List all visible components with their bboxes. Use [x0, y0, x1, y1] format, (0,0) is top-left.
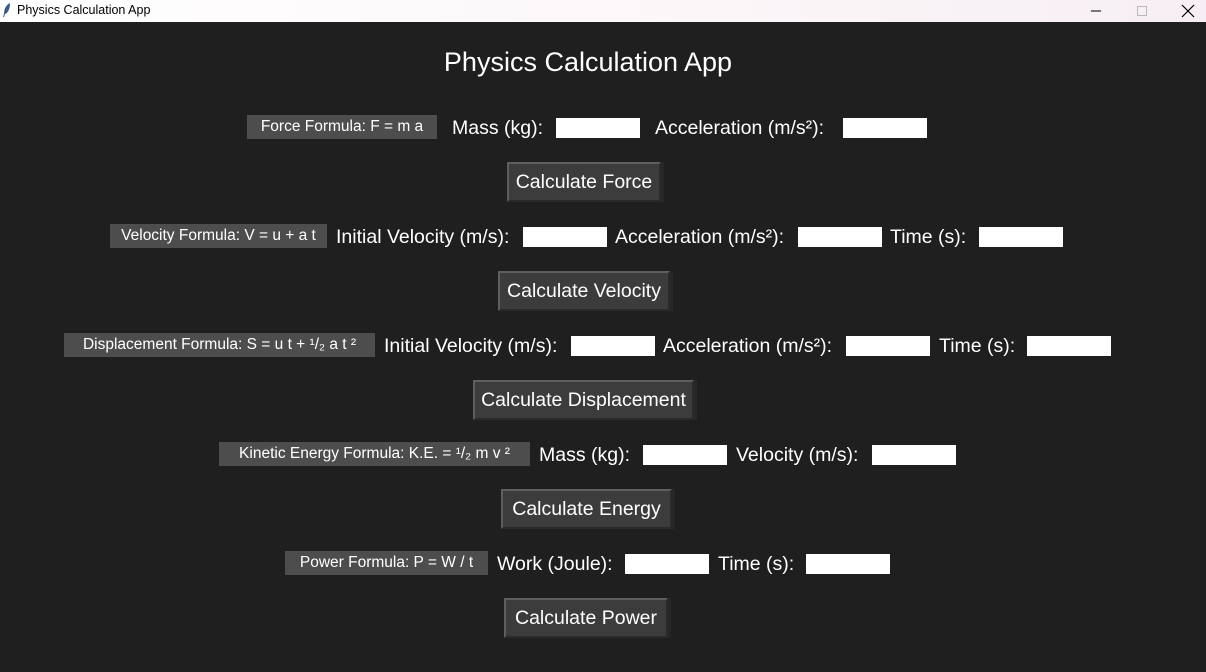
kinetic-energy-mass-label: Mass (kg): [535, 442, 640, 468]
displacement-time-input[interactable] [1027, 336, 1111, 356]
displacement-time-label: Time (s): [933, 333, 1025, 359]
force-mass-input[interactable] [556, 118, 640, 138]
calculate-power-button[interactable]: Calculate Power [504, 598, 668, 638]
velocity-time-label: Time (s): [884, 224, 976, 250]
displacement-initial-velocity-input[interactable] [571, 336, 655, 356]
power-formula-label: Power Formula: P = W / t [285, 551, 488, 575]
maximize-button[interactable] [1119, 0, 1165, 22]
displacement-row: Displacement Formula: S = u t + ¹/₂ a t … [0, 333, 1206, 359]
calculate-force-button[interactable]: Calculate Force [507, 162, 661, 202]
power-time-label: Time (s): [712, 551, 804, 577]
calculate-velocity-button[interactable]: Calculate Velocity [498, 271, 670, 311]
velocity-time-input[interactable] [979, 227, 1063, 247]
kinetic-energy-velocity-label: Velocity (m/s): [730, 442, 870, 468]
velocity-initial-velocity-label: Initial Velocity (m/s): [333, 224, 518, 250]
velocity-acceleration-label: Acceleration (m/s²): [610, 224, 795, 250]
displacement-initial-velocity-label: Initial Velocity (m/s): [380, 333, 566, 359]
window-title: Physics Calculation App [17, 3, 151, 17]
displacement-acceleration-label: Acceleration (m/s²): [658, 333, 843, 359]
velocity-row: Velocity Formula: V = u + a t Initial Ve… [0, 224, 1206, 250]
maximize-icon [1137, 6, 1147, 16]
power-row: Power Formula: P = W / t Work (Joule): T… [0, 551, 1206, 577]
force-acceleration-input[interactable] [843, 118, 927, 138]
kinetic-energy-row: Kinetic Energy Formula: K.E. = ¹/₂ m v ²… [0, 442, 1206, 468]
displacement-formula-label: Displacement Formula: S = u t + ¹/₂ a t … [64, 333, 375, 357]
kinetic-energy-formula-label: Kinetic Energy Formula: K.E. = ¹/₂ m v ² [219, 442, 530, 466]
calculate-energy-button[interactable]: Calculate Energy [501, 489, 672, 529]
window-titlebar: Physics Calculation App [0, 0, 1206, 22]
close-icon [1181, 4, 1195, 18]
velocity-formula-label: Velocity Formula: V = u + a t [110, 224, 327, 248]
displacement-acceleration-input[interactable] [846, 336, 930, 356]
minimize-button[interactable] [1073, 0, 1119, 22]
feather-icon [3, 3, 10, 17]
force-row: Force Formula: F = m a Mass (kg): Accele… [0, 115, 1206, 141]
page-title: Physics Calculation App [443, 47, 733, 77]
velocity-initial-velocity-input[interactable] [523, 227, 607, 247]
power-time-input[interactable] [806, 554, 890, 574]
kinetic-energy-mass-input[interactable] [643, 445, 727, 465]
calculate-displacement-button[interactable]: Calculate Displacement [473, 380, 694, 420]
kinetic-energy-velocity-input[interactable] [872, 445, 956, 465]
power-work-label: Work (Joule): [493, 551, 621, 577]
close-button[interactable] [1165, 0, 1206, 22]
force-formula-label: Force Formula: F = m a [247, 115, 437, 139]
power-work-input[interactable] [625, 554, 709, 574]
force-mass-label: Mass (kg): [448, 115, 550, 141]
force-acceleration-label: Acceleration (m/s²): [645, 115, 838, 141]
velocity-acceleration-input[interactable] [798, 227, 882, 247]
minimize-icon [1091, 10, 1101, 12]
